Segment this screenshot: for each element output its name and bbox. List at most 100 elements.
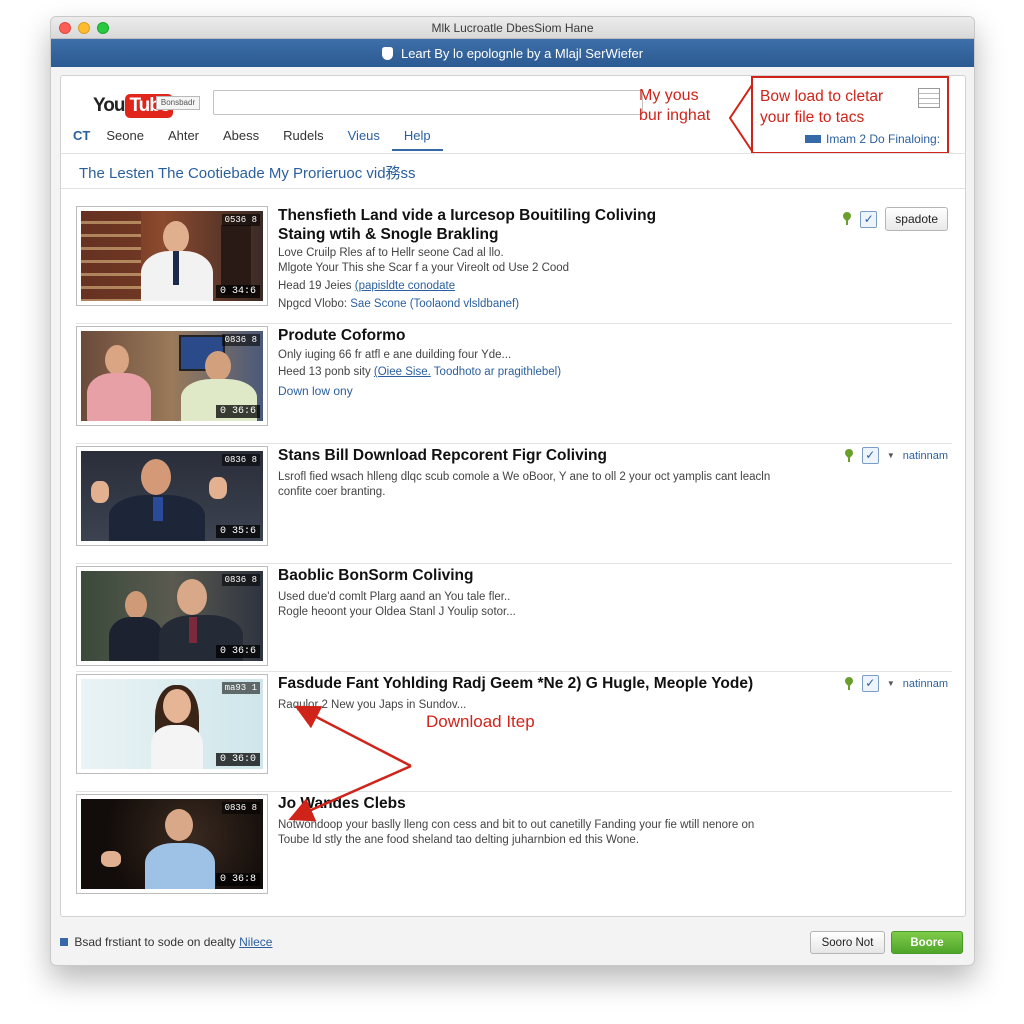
- banner-text: Leart By lo epolognle by a Mlajl SerWief…: [400, 45, 644, 61]
- pin-icon[interactable]: [842, 212, 852, 226]
- footer-link[interactable]: Nilece: [239, 935, 272, 949]
- download-step-annotation: Download Itep: [426, 712, 535, 731]
- callout-sub-label: Imam 2 Do Finaloing:: [826, 132, 941, 146]
- dropdown-arrow-icon[interactable]: ▼: [887, 451, 895, 460]
- callout-sub[interactable]: Imam 2 Do Finaloing:: [805, 132, 940, 146]
- tab-vieus[interactable]: Vieus: [336, 128, 392, 151]
- video-description: Notwondoop your baslly lleng con cess an…: [278, 818, 838, 848]
- video-title[interactable]: Fasdude Fant Yohlding Radj Geem *Ne 2) G…: [278, 674, 838, 693]
- video-actions: ✓ spadote: [842, 207, 948, 231]
- flag-icon: [805, 135, 821, 143]
- video-description: Used due'd comlt Plarg aand an You tale …: [278, 590, 838, 620]
- video-title[interactable]: Baoblic BonSorm Coliving: [278, 566, 838, 585]
- tab-ahter[interactable]: Ahter: [156, 128, 211, 151]
- search-annotation-line2: bur inghat: [639, 107, 711, 124]
- footer-bar: Bsad frstiant to sode on dealty Nilece S…: [60, 927, 966, 959]
- pin-icon[interactable]: [844, 449, 854, 463]
- thumbnail-badge: ma93 1: [221, 682, 260, 694]
- search-annotation-line1: My yous: [639, 87, 699, 104]
- shield-icon: [381, 46, 393, 60]
- video-desc-line1: Love Cruilp Rles af to Hellr seone Cad a…: [278, 247, 504, 259]
- options-link[interactable]: natinnam: [903, 678, 948, 690]
- video-title-line1: Baoblic BonSorm Coliving: [278, 567, 474, 584]
- video-row: 0836 8 0 36:8 Jo Wandes Clebs Notwondoop…: [76, 792, 952, 912]
- tab-rudels[interactable]: Rudels: [271, 128, 335, 151]
- video-meta2-link[interactable]: Sae Scone (Toolaond vlsldbanef): [350, 298, 519, 310]
- video-meta-link[interactable]: (Oiee Sise.: [374, 366, 431, 378]
- video-desc-line1: Lsrofl fied wsach hlleng dlqc scub comol…: [278, 471, 771, 483]
- video-thumbnail[interactable]: 0836 8 0 36:6: [76, 566, 268, 666]
- video-row: 0836 8 0 36:6 Baoblic BonSorm Coliving U…: [76, 564, 952, 672]
- dropdown-arrow-icon[interactable]: ▼: [887, 679, 895, 688]
- video-title[interactable]: Stans Bill Download Repcorent Figr Coliv…: [278, 446, 838, 465]
- download-callout: Bow load to cletar your file to tacs Ima…: [751, 76, 949, 154]
- options-link[interactable]: natinnam: [903, 450, 948, 462]
- info-banner: Leart By lo epolognle by a Mlajl SerWief…: [51, 39, 974, 67]
- video-desc-line1: Only iuging 66 fr atfl e ane duilding fo…: [278, 349, 512, 361]
- tab-seone[interactable]: Seone: [94, 128, 156, 151]
- video-meta-2: Npgcd Vlobo: Sae Scone (Toolaond vlsldba…: [278, 297, 838, 312]
- pin-icon[interactable]: [844, 677, 854, 691]
- window-title: Mlk Lucroatle DbesSiom Hane: [431, 21, 594, 35]
- video-desc-line2: Toube ld stly the ane food sheland tao d…: [278, 834, 640, 846]
- video-meta-label: Heed 13 ponb sity: [278, 366, 371, 378]
- tab-abess[interactable]: Abess: [211, 128, 271, 151]
- video-actions: ✓ ▼ natinnam: [844, 447, 948, 464]
- video-actions: ✓ ▼ natinnam: [844, 675, 948, 692]
- video-meta: Heed 13 ponb sity (Oiee Sise. Toodhoto a…: [278, 365, 838, 380]
- video-description: Lsrofl fied wsach hlleng dlqc scub comol…: [278, 470, 838, 500]
- search-input[interactable]: [213, 90, 643, 115]
- nav-tabs: CT Seone Ahter Abess Rudels Vieus Help: [73, 128, 443, 151]
- select-checkbox[interactable]: ✓: [861, 447, 879, 464]
- video-title[interactable]: Produte Coformo: [278, 326, 838, 345]
- video-thumbnail[interactable]: 0836 8 0 36:8: [76, 794, 268, 894]
- video-title[interactable]: Thensfieth Land vide a Iurcesop Bouitili…: [278, 206, 838, 244]
- footer-label: Bsad frstiant to sode on dealty: [74, 935, 236, 949]
- video-description: Only iuging 66 fr atfl e ane duilding fo…: [278, 348, 838, 363]
- video-thumbnail[interactable]: ma93 1 0 36:0: [76, 674, 268, 774]
- cancel-button[interactable]: Sooro Not: [810, 931, 885, 954]
- video-thumbnail[interactable]: 0536 8 0 34:6: [76, 206, 268, 306]
- nav-divider: [61, 153, 965, 154]
- video-desc-line2: Mlgote Your This she Scar f a your Vireo…: [278, 262, 570, 274]
- duration-label: 0 35:6: [215, 525, 260, 538]
- video-meta-link[interactable]: (papisldte conodate: [355, 280, 455, 292]
- footer-text: Bsad frstiant to sode on dealty Nilece: [60, 935, 272, 949]
- section-divider: [61, 188, 965, 189]
- video-meta-label: Head 19 Jeies: [278, 280, 352, 292]
- select-checkbox[interactable]: ✓: [860, 210, 878, 228]
- duration-label: 0 36:6: [215, 405, 260, 418]
- video-desc-line2: Rogle heoont your Oldea Stanl J Youlip s…: [278, 606, 516, 618]
- video-thumbnail[interactable]: 0836 8 0 35:6: [76, 446, 268, 546]
- video-title-line1: Fasdude Fant Yohlding Radj Geem *Ne 2) G…: [278, 675, 754, 692]
- video-description: Raqulor 2 New you Japs in Sundov...: [278, 698, 838, 713]
- logo-badge: Bonsbadr: [156, 96, 200, 110]
- video-thumbnail[interactable]: 0836 8 0 36:6: [76, 326, 268, 426]
- confirm-button[interactable]: Boore: [891, 931, 963, 954]
- video-meta-link-2[interactable]: Toodhoto ar pragithlebel): [434, 366, 561, 378]
- thumbnail-badge: 0536 8: [221, 214, 260, 226]
- select-checkbox[interactable]: ✓: [861, 675, 879, 692]
- duration-label: 0 36:0: [215, 753, 260, 766]
- video-title-line2: Staing wtih & Snogle Brakling: [278, 226, 499, 243]
- video-description: Love Cruilp Rles af to Hellr seone Cad a…: [278, 246, 838, 276]
- callout-text: Bow load to cletar your file to tacs: [760, 86, 883, 128]
- duration-label: 0 36:6: [215, 645, 260, 658]
- search-annotation: My yous bur inghat: [639, 86, 710, 126]
- video-desc-line1: Raqulor 2 New you Japs in Sundov...: [278, 699, 467, 711]
- tab-help[interactable]: Help: [391, 128, 443, 151]
- video-desc-line2: confite coer branting.: [278, 486, 386, 498]
- nav-prefix: CT: [73, 128, 91, 143]
- duration-label: 0 34:6: [215, 285, 260, 298]
- download-link[interactable]: Down low ony: [278, 384, 353, 398]
- thumbnail-badge: 0836 8: [221, 454, 260, 466]
- video-title-line1: Thensfieth Land vide a Iurcesop Bouitili…: [278, 207, 657, 224]
- update-button[interactable]: spadote: [885, 207, 948, 231]
- video-title-line1: Jo Wandes Clebs: [278, 795, 406, 812]
- callout-line1: Bow load to cletar: [760, 88, 884, 105]
- video-row: 0536 8 0 34:6 Thensfieth Land vide a Iur…: [76, 204, 952, 324]
- video-title-line1: Stans Bill Download Repcorent Figr Coliv…: [278, 447, 607, 464]
- logo-you: You: [93, 95, 126, 116]
- video-title[interactable]: Jo Wandes Clebs: [278, 794, 838, 813]
- list-icon[interactable]: [918, 88, 940, 108]
